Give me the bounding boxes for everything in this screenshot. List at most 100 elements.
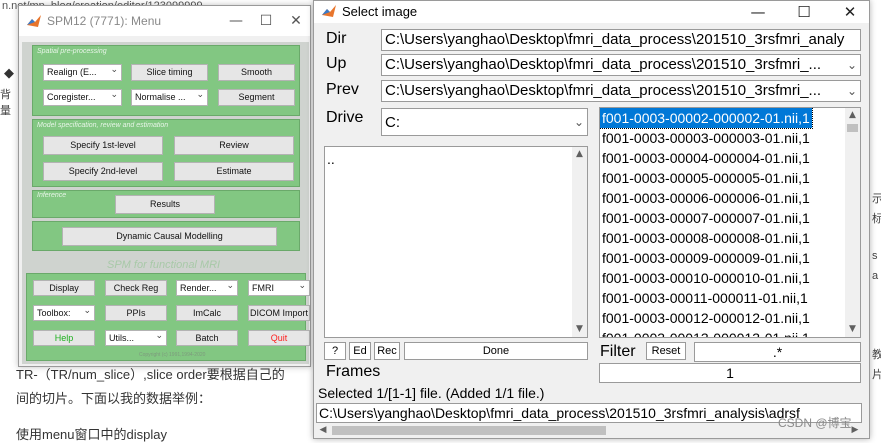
review-button[interactable]: Review	[174, 136, 294, 155]
up-label: Up	[326, 55, 347, 72]
dir-field[interactable]: C:\Users\yanghao\Desktop\fmri_data_proce…	[381, 29, 861, 51]
drive-dropdown[interactable]: C: ⌄	[381, 108, 588, 136]
spm-title-bar[interactable]: SPM12 (7771): Menu — ☐ ✕	[19, 6, 310, 36]
list-item[interactable]: f001-0003-00011-000011-01.nii,1	[602, 288, 808, 308]
reset-button[interactable]: Reset	[646, 342, 686, 360]
specify-2nd-level-button[interactable]: Specify 2nd-level	[43, 162, 163, 181]
slice-timing-button[interactable]: Slice timing	[131, 64, 208, 81]
frames-input[interactable]: 1	[599, 363, 861, 383]
copyright-text: Copyright (c) 1991,1994-2020	[139, 352, 206, 358]
list-item[interactable]: f001-0003-00007-000007-01.nii,1	[602, 208, 810, 228]
drive-value: C:	[385, 114, 400, 131]
chevron-down-icon: ⌄	[155, 331, 163, 341]
minimize-icon[interactable]: —	[226, 12, 246, 30]
background-right-fragment: s	[872, 250, 878, 262]
chevron-down-icon: ⌄	[196, 90, 204, 100]
close-icon[interactable]: ✕	[838, 2, 862, 22]
selection-status: Selected 1/[1-1] file. (Added 1/1 file.)	[318, 385, 545, 401]
dynamic-causal-modelling-button[interactable]: Dynamic Causal Modelling	[62, 227, 277, 246]
render-dropdown[interactable]: Render... ⌄	[176, 280, 238, 296]
background-left-fragment: 量	[0, 105, 11, 117]
list-item[interactable]: f001-0003-00003-000003-01.nii,1	[602, 128, 810, 148]
spm-caption: SPM for functional MRI	[107, 259, 221, 271]
dcm-panel: Dynamic Causal Modelling	[32, 221, 300, 251]
maximize-icon[interactable]: ☐	[792, 2, 816, 22]
directory-scrollbar[interactable]: ▲ ▼	[572, 147, 587, 337]
display-button[interactable]: Display	[33, 280, 95, 296]
chevron-down-icon: ⌄	[226, 281, 234, 291]
dicom-import-button[interactable]: DICOM Import	[248, 305, 310, 321]
panel-label: Model specification, review and estimati…	[37, 122, 169, 129]
background-right-fragment: 片	[872, 369, 881, 381]
list-item[interactable]: ..	[327, 149, 335, 169]
scroll-thumb[interactable]	[847, 124, 858, 132]
list-item[interactable]: f001-0003-00008-000008-01.nii,1	[602, 228, 810, 248]
close-icon[interactable]: ✕	[286, 12, 306, 30]
realign-dropdown[interactable]: Realign (E... ⌄	[43, 64, 122, 81]
check-reg-button[interactable]: Check Reg	[105, 280, 167, 296]
chevron-down-icon: ⌄	[83, 306, 91, 316]
chevron-down-icon: ⌄	[110, 90, 118, 100]
help-button[interactable]: Help	[33, 330, 95, 346]
scroll-left-icon[interactable]: ◀	[316, 424, 330, 437]
background-text-line: 使用menu窗口中的display	[16, 427, 167, 442]
frames-label: Frames	[326, 363, 381, 380]
normalise-label: Normalise ...	[135, 92, 186, 102]
list-item-selected[interactable]: f001-0003-00002-000002-01.nii,1	[600, 108, 813, 129]
select-title-bar[interactable]: Select image — ☐ ✕	[314, 1, 869, 23]
segment-button[interactable]: Segment	[218, 89, 295, 106]
chevron-down-icon: ⌄	[110, 65, 118, 75]
toolbox-dropdown[interactable]: Toolbox: ⌄	[33, 305, 95, 321]
imcalc-button[interactable]: ImCalc	[176, 305, 238, 321]
toolbox-label: Toolbox:	[37, 308, 71, 318]
inference-panel: Inference Results	[32, 190, 300, 218]
chevron-down-icon: ⌄	[844, 81, 860, 101]
modality-dropdown[interactable]: FMRI ⌄	[248, 280, 310, 296]
render-label: Render...	[180, 283, 217, 293]
drive-label: Drive	[326, 109, 364, 126]
minimize-icon[interactable]: —	[746, 2, 770, 22]
smooth-button[interactable]: Smooth	[218, 64, 295, 81]
scroll-down-icon[interactable]: ▼	[845, 322, 860, 337]
maximize-icon[interactable]: ☐	[256, 12, 276, 30]
panel-label: Spatial pre-processing	[37, 48, 107, 55]
scroll-down-icon[interactable]: ▼	[572, 322, 587, 337]
scroll-thumb[interactable]	[332, 426, 606, 435]
list-item[interactable]: f001-0003-00013-000013-01.nii,1	[602, 328, 810, 337]
utils-label: Utils...	[109, 333, 135, 343]
up-dropdown[interactable]: C:\Users\yanghao\Desktop\fmri_data_proce…	[381, 54, 861, 76]
file-list[interactable]: f001-0003-00002-000002-01.nii,1 f001-000…	[599, 107, 861, 338]
ed-button[interactable]: Ed	[349, 342, 371, 360]
coregister-dropdown[interactable]: Coregister... ⌄	[43, 89, 122, 106]
directory-list[interactable]: .. ▲ ▼	[324, 146, 588, 338]
list-item[interactable]: f001-0003-00012-000012-01.nii,1	[602, 308, 810, 328]
specify-1st-level-button[interactable]: Specify 1st-level	[43, 136, 163, 155]
list-item[interactable]: f001-0003-00010-000010-01.nii,1	[602, 268, 810, 288]
help-button[interactable]: ?	[324, 342, 346, 360]
coregister-label: Coregister...	[47, 92, 96, 102]
realign-label: Realign (E...	[47, 67, 97, 77]
list-item[interactable]: f001-0003-00004-000004-01.nii,1	[602, 148, 810, 168]
prev-dropdown[interactable]: C:\Users\yanghao\Desktop\fmri_data_proce…	[381, 80, 861, 102]
list-item[interactable]: f001-0003-00009-000009-01.nii,1	[602, 248, 810, 268]
background-text-line: 间的切片。下面以我的数据举例：	[16, 391, 212, 406]
spatial-preprocessing-panel: Spatial pre-processing Realign (E... ⌄ Sl…	[32, 45, 300, 116]
ppis-button[interactable]: PPIs	[105, 305, 167, 321]
done-button[interactable]: Done	[404, 342, 588, 360]
panel-label: Inference	[37, 192, 67, 199]
results-button[interactable]: Results	[115, 195, 215, 214]
estimate-button[interactable]: Estimate	[174, 162, 294, 181]
utils-dropdown[interactable]: Utils... ⌄	[105, 330, 167, 346]
spm-window-title: SPM12 (7771): Menu	[47, 14, 162, 28]
normalise-dropdown[interactable]: Normalise ... ⌄	[131, 89, 208, 106]
list-item[interactable]: f001-0003-00006-000006-01.nii,1	[602, 188, 810, 208]
batch-button[interactable]: Batch	[176, 330, 238, 346]
file-list-scrollbar[interactable]: ▲ ▼	[845, 108, 860, 337]
rec-button[interactable]: Rec	[374, 342, 400, 360]
quit-button[interactable]: Quit	[248, 330, 310, 346]
filter-input[interactable]: .*	[694, 342, 861, 362]
scroll-up-icon[interactable]: ▲	[572, 147, 587, 162]
list-item[interactable]: f001-0003-00005-000005-01.nii,1	[602, 168, 810, 188]
chevron-down-icon: ⌄	[298, 281, 306, 291]
scroll-up-icon[interactable]: ▲	[845, 108, 860, 123]
